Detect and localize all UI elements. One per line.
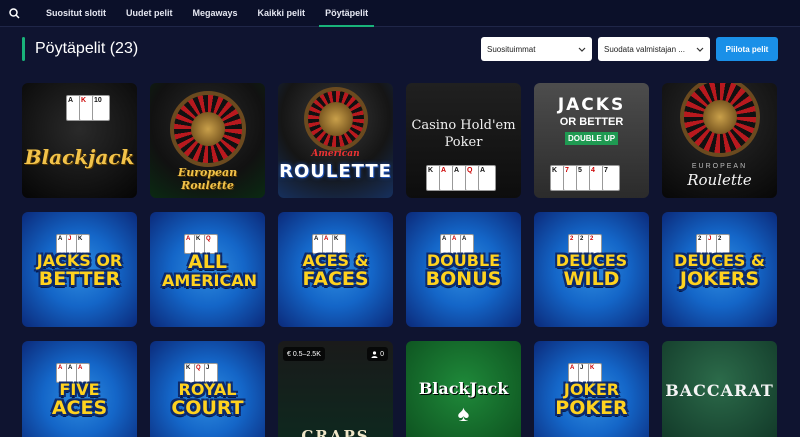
game-grid: A K 10 Blackjack European Roulette America… [22,83,777,437]
game-logo: FIVE ACES [34,381,125,418]
game-tile-royal-court[interactable]: KQJ ROYAL COURT [150,341,265,437]
game-tile-deuces-wild[interactable]: 222 DEUCES WILD [534,212,649,327]
game-title-line: DEUCES [555,251,628,270]
game-title-line: JOKERS [679,268,760,290]
spade-icon: ♠ [457,401,470,426]
game-logo: JACKS OR BETTER [34,252,125,289]
game-title: ROULETTE [279,161,392,182]
game-title-line: POKER [555,397,628,419]
game-subtitle: EUROPEAN [691,163,748,170]
game-title-line: WILD [563,268,620,290]
players-count: 0 [380,350,384,358]
game-logo: DEUCES WILD [546,252,637,289]
game-tile-american-roulette[interactable]: American ROULETTE [278,83,393,198]
playing-cards-graphic: KAAQA [426,165,496,191]
game-tile-deuces-and-jokers[interactable]: 2J2 DEUCES & JOKERS [662,212,777,327]
game-tile-european-roulette-2[interactable]: EUROPEAN Roulette [662,83,777,198]
game-title: Blackjack [24,145,135,169]
game-logo: ROYAL COURT [162,381,253,418]
game-tile-blackjack[interactable]: A K 10 Blackjack [22,83,137,198]
game-title-line: COURT [171,397,244,419]
game-tile-casino-holdem[interactable]: Casino Hold'em Poker KAAQA [406,83,521,198]
game-subtitle: OR BETTER [559,116,624,128]
game-tile-aces-and-faces[interactable]: AAK ACES & FACES [278,212,393,327]
playing-cards-graphic: A K 10 [66,95,110,121]
game-tile-european-roulette[interactable]: European Roulette [150,83,265,198]
chevron-down-icon [696,47,704,52]
roulette-wheel-graphic [679,83,760,157]
nav-item-megaways[interactable]: Megaways [183,0,248,27]
hide-games-button[interactable]: Piilota pelit [716,37,778,61]
filter-controls: Suosituimmat Suodata valmistajan ... Pii… [481,37,778,61]
top-navigation: Suositut slotit Uudet pelit Megaways Kai… [0,0,800,27]
game-title: JACKS [557,95,626,115]
game-title-line: BONUS [425,268,502,290]
page-title: Pöytäpelit (23) [35,40,139,57]
game-tile-all-american[interactable]: AKQ ALL AMERICAN [150,212,265,327]
playing-cards-graphic: K7547 [550,165,620,191]
game-title-line: Poker [444,135,483,150]
nav-item-all-games[interactable]: Kaikki pelit [248,0,316,27]
game-tile-baccarat[interactable]: BACCARAT [662,341,777,437]
game-title: Casino Hold'em Poker [406,117,521,151]
players-badge: 0 [367,347,388,361]
game-title-line: Casino Hold'em [411,118,516,133]
game-tile-jacks-or-better[interactable]: AJK JACKS OR BETTER [22,212,137,327]
nav-item-table-games[interactable]: Pöytäpelit [315,0,378,27]
game-title-line: DOUBLE [426,251,501,270]
game-title: BlackJack [418,379,509,398]
game-logo: JOKER POKER [546,381,637,418]
game-title-line: BETTER [38,268,121,290]
header-accent-bar [22,37,25,61]
nav-item-popular-slots[interactable]: Suositut slotit [36,0,116,27]
provider-filter-value: Suodata valmistajan ... [604,44,685,54]
game-tile-craps[interactable]: € 0.5–2.5K 0 CRAPS [278,341,393,437]
roulette-wheel-graphic [169,91,246,167]
game-title-line: ACES & [302,251,369,270]
game-title-line: JACKS OR [36,251,123,270]
game-title: BACCARAT [665,381,774,400]
game-title: Roulette [687,171,752,189]
game-title-line: DEUCES & [674,251,765,270]
game-logo: ALL AMERICAN [162,251,258,290]
game-logo: ACES & FACES [290,252,381,289]
chevron-down-icon [578,47,586,52]
game-title-line: JOKER [563,380,620,399]
stake-badge: € 0.5–2.5K [283,347,325,361]
game-title-line: FIVE [59,380,100,399]
game-title: CRAPS [301,427,370,437]
game-tile-blackjack-2[interactable]: BlackJack ♠ [406,341,521,437]
game-subtitle: American [311,149,360,159]
game-title-line: ALL [188,251,227,273]
search-icon[interactable] [0,0,28,27]
user-icon [371,350,378,358]
game-tag: DOUBLE UP [565,132,618,145]
game-logo: DOUBLE BONUS [418,252,509,289]
game-title-line: AMERICAN [162,271,258,290]
game-tile-joker-poker[interactable]: AJK JOKER POKER [534,341,649,437]
section-header: Pöytäpelit (23) [22,36,138,62]
game-title-line: FACES [302,268,369,290]
game-title: European Roulette [177,166,238,192]
game-title-line: ROYAL [178,380,237,399]
game-logo: DEUCES & JOKERS [674,252,765,289]
provider-filter-select[interactable]: Suodata valmistajan ... [598,37,710,61]
game-tile-double-bonus[interactable]: AAA DOUBLE BONUS [406,212,521,327]
game-title-line: ACES [51,397,108,419]
sort-select-value: Suosituimmat [487,44,536,54]
sort-select[interactable]: Suosituimmat [481,37,592,61]
game-tile-jacks-or-better-double-up[interactable]: JACKS OR BETTER DOUBLE UP K7547 [534,83,649,198]
nav-item-new-games[interactable]: Uudet pelit [116,0,183,27]
roulette-wheel-graphic [303,87,368,151]
game-tile-five-aces[interactable]: AAA FIVE ACES [22,341,137,437]
